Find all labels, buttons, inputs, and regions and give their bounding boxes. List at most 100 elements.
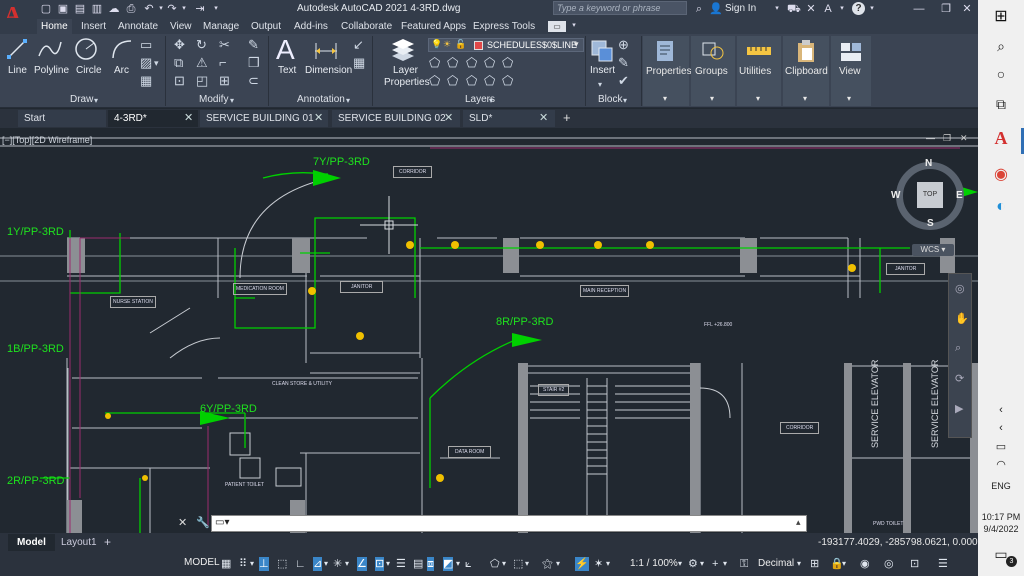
minimize-icon[interactable]: — (913, 3, 925, 15)
ribbon-minimize-toggle[interactable]: ▭ (548, 21, 566, 32)
new-icon[interactable]: ▢ (40, 3, 52, 15)
arc-icon[interactable] (110, 38, 134, 60)
annotation-visibility-icon[interactable]: ⚝ (542, 557, 553, 571)
gizmo-dropdown-icon[interactable]: ▾ (525, 557, 529, 571)
ribbon-tab-featured-apps[interactable]: Featured Apps (397, 19, 470, 34)
coordinates-readout[interactable]: -193177.4029, -285798.0621, 0.0000 (818, 537, 983, 548)
stretch-icon[interactable]: ⊡ (174, 74, 185, 88)
open-icon[interactable]: ▣ (57, 3, 69, 15)
viewport-close-icon[interactable]: ✕ (960, 133, 968, 144)
ribbon-tab-view[interactable]: View (166, 19, 196, 34)
ribbon-tab-express-tools[interactable]: Express Tools (469, 19, 539, 34)
annotation-visibility-dropdown-icon[interactable]: ▾ (556, 557, 560, 571)
explode-icon[interactable]: ❒ (248, 56, 260, 70)
close-tab-icon[interactable]: ✕ (314, 110, 323, 127)
close-tab-icon[interactable]: ✕ (539, 110, 548, 127)
full-navigation-wheel-icon[interactable]: ◎ (955, 282, 965, 295)
annotation-monitor-icon[interactable]: + (712, 557, 718, 571)
workspace-dropdown-icon[interactable]: ▾ (700, 557, 704, 571)
sign-in-button[interactable]: Sign In (725, 3, 756, 14)
ortho-icon[interactable]: ∟ (295, 557, 306, 571)
arc-button[interactable]: Arc (114, 65, 129, 76)
offset-icon[interactable]: ⊂ (248, 74, 259, 88)
workspace-icon[interactable]: ⚙ (688, 557, 698, 571)
selection-filter-dropdown-icon[interactable]: ▾ (502, 557, 506, 571)
layer-tool-10-icon[interactable]: ⬠ (502, 74, 513, 88)
isodraft-dropdown-icon[interactable]: ▾ (345, 557, 349, 571)
wcs-menu[interactable]: WCS ▾ (912, 244, 954, 256)
text-button[interactable]: Text (278, 65, 296, 76)
viewcube-west[interactable]: W (891, 190, 900, 201)
battery-icon[interactable]: ▭ (978, 440, 1024, 453)
ribbon-tab-manage[interactable]: Manage (199, 19, 243, 34)
ribbon-tab-output[interactable]: Output (247, 19, 285, 34)
hardware-acceleration-icon[interactable]: ◎ (884, 557, 894, 571)
block-expand-icon[interactable]: ▾ (623, 94, 627, 108)
annotation-group-label[interactable]: Annotation (297, 94, 345, 105)
snap-mode-icon[interactable]: ⠿ (239, 557, 247, 571)
zoom-extents-icon[interactable]: ⌕ (955, 342, 961, 355)
create-block-icon[interactable]: ⊕ (618, 38, 629, 52)
new-tab-button[interactable]: + (563, 110, 571, 125)
polyline-button[interactable]: Polyline (34, 65, 69, 76)
gizmo-icon[interactable]: ⬚ (513, 557, 523, 571)
task-view-icon[interactable]: ⧉ (978, 96, 1024, 113)
save-as-icon[interactable]: ▥ (91, 3, 103, 15)
orbit-icon[interactable]: ⟳ (955, 372, 964, 385)
lock-ui-dropdown-icon[interactable]: ▾ (842, 557, 846, 571)
cortana-icon[interactable]: ○ (978, 66, 1024, 82)
selection-filter-icon[interactable]: ⬠ (490, 557, 500, 571)
quick-properties-icon[interactable]: ⊞ (810, 557, 819, 571)
polar-tracking-icon[interactable]: ⊿ (313, 557, 323, 571)
wifi-icon[interactable]: ◠ (978, 458, 1024, 471)
units-dropdown-icon[interactable]: ▾ (797, 557, 801, 571)
close-icon[interactable]: ✕ (961, 3, 973, 15)
viewcube-north[interactable]: N (925, 158, 932, 169)
modify-expand-icon[interactable]: ▾ (230, 94, 234, 108)
circle-icon[interactable] (74, 37, 98, 61)
search-input[interactable]: Type a keyword or phrase (553, 1, 687, 15)
search-taskbar-icon[interactable]: ⌕ (978, 38, 1024, 55)
table-icon[interactable]: ▦ (140, 74, 152, 88)
doc-tab-start[interactable]: Start (18, 110, 106, 127)
object-snap-icon[interactable]: ⊡ (375, 557, 385, 571)
edge-icon[interactable]: ◐ (978, 198, 1024, 216)
share-icon[interactable]: ⇥ (194, 3, 206, 15)
layer-tool-5-icon[interactable]: ⬠ (502, 56, 513, 70)
ribbon-tab-collaborate[interactable]: Collaborate (337, 19, 396, 34)
leader-icon[interactable]: ↙ (353, 38, 364, 52)
block-attribute-icon[interactable]: ✔ (618, 74, 629, 88)
command-prompt-icon[interactable]: ▭▾ (215, 517, 229, 528)
connect-dropdown-icon[interactable]: ▾ (836, 3, 848, 15)
properties-button[interactable]: Properties ▾ (643, 36, 692, 106)
move-icon[interactable]: ✥ (174, 38, 185, 52)
circle-button[interactable]: Circle (76, 65, 102, 76)
transparency-icon[interactable]: ▤ (413, 557, 423, 571)
layout-tab-layout1[interactable]: Layout1 (56, 534, 102, 551)
insert-dropdown-icon[interactable]: ▾ (598, 78, 602, 92)
pan-icon[interactable]: ✋ (955, 312, 969, 325)
draw-expand-icon[interactable]: ▾ (94, 94, 98, 108)
object-snap-tracking-icon[interactable]: ∠ (357, 557, 367, 571)
table-annot-icon[interactable]: ▦ (353, 56, 365, 70)
autocad-taskbar-icon[interactable]: A (978, 128, 1024, 149)
text-icon[interactable]: A (276, 35, 295, 65)
trim-icon[interactable]: ✂ (219, 38, 230, 52)
layout-tab-model[interactable]: Model (8, 534, 55, 551)
block-group-label[interactable]: Block (598, 94, 622, 105)
viewport-restore-icon[interactable]: ❐ (943, 133, 951, 144)
model-space-button[interactable]: MODEL (184, 557, 220, 568)
hatch-icon[interactable]: ▨ (140, 56, 152, 70)
save-icon[interactable]: ▤ (74, 3, 86, 15)
viewcube-east[interactable]: E (956, 190, 963, 201)
close-tab-icon[interactable]: ✕ (184, 110, 193, 127)
snap-dropdown-icon[interactable]: ▾ (250, 557, 254, 571)
ribbon-tab-add-ins[interactable]: Add-ins (290, 19, 332, 34)
copy-icon[interactable]: ⧉ (174, 56, 183, 70)
ribbon-options-dropdown-icon[interactable]: ▾ (568, 20, 580, 32)
clean-screen-icon[interactable]: ⊡ (910, 557, 919, 571)
layer-properties-icon[interactable] (390, 38, 416, 62)
line-button[interactable]: Line (8, 65, 27, 76)
scale-icon[interactable]: ◰ (196, 74, 208, 88)
polyline-icon[interactable] (37, 38, 63, 60)
